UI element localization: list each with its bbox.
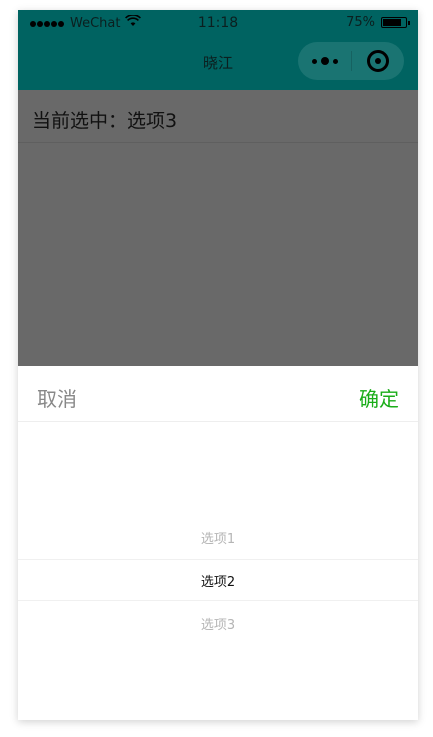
- battery-fill: [383, 19, 401, 26]
- selected-value-row: 当前选中：选项3: [18, 90, 418, 143]
- selected-value-text: 当前选中：选项3: [32, 110, 178, 132]
- menu-capsule: [298, 42, 404, 80]
- selection-indicator-bottom: [18, 600, 418, 601]
- picker-option[interactable]: 选项1: [18, 528, 418, 547]
- confirm-button[interactable]: 确定: [359, 383, 399, 412]
- picker-wheel[interactable]: 选项1 选项2 选项3: [18, 422, 418, 720]
- battery-status: 75%: [346, 15, 410, 30]
- phone-screen: WeChat 11:18 75% 晓江 当前选中：选项3 取消 确定 选项1 选…: [18, 10, 418, 720]
- navigation-bar: WeChat 11:18 75% 晓江: [18, 10, 418, 90]
- picker-option[interactable]: 选项3: [18, 614, 418, 633]
- page-content-mask[interactable]: 当前选中：选项3: [18, 90, 418, 366]
- status-bar: WeChat 11:18 75%: [18, 10, 418, 36]
- battery-icon: [381, 17, 410, 28]
- more-dots-icon[interactable]: [298, 42, 351, 80]
- picker-header: 取消 确定: [18, 366, 418, 422]
- cancel-button[interactable]: 取消: [37, 383, 77, 412]
- picker-panel: 取消 确定 选项1 选项2 选项3: [18, 366, 418, 720]
- battery-percent: 75%: [346, 15, 375, 30]
- target-circle-icon[interactable]: [352, 42, 404, 80]
- selection-indicator-top: [18, 559, 418, 560]
- picker-option-selected[interactable]: 选项2: [18, 571, 418, 590]
